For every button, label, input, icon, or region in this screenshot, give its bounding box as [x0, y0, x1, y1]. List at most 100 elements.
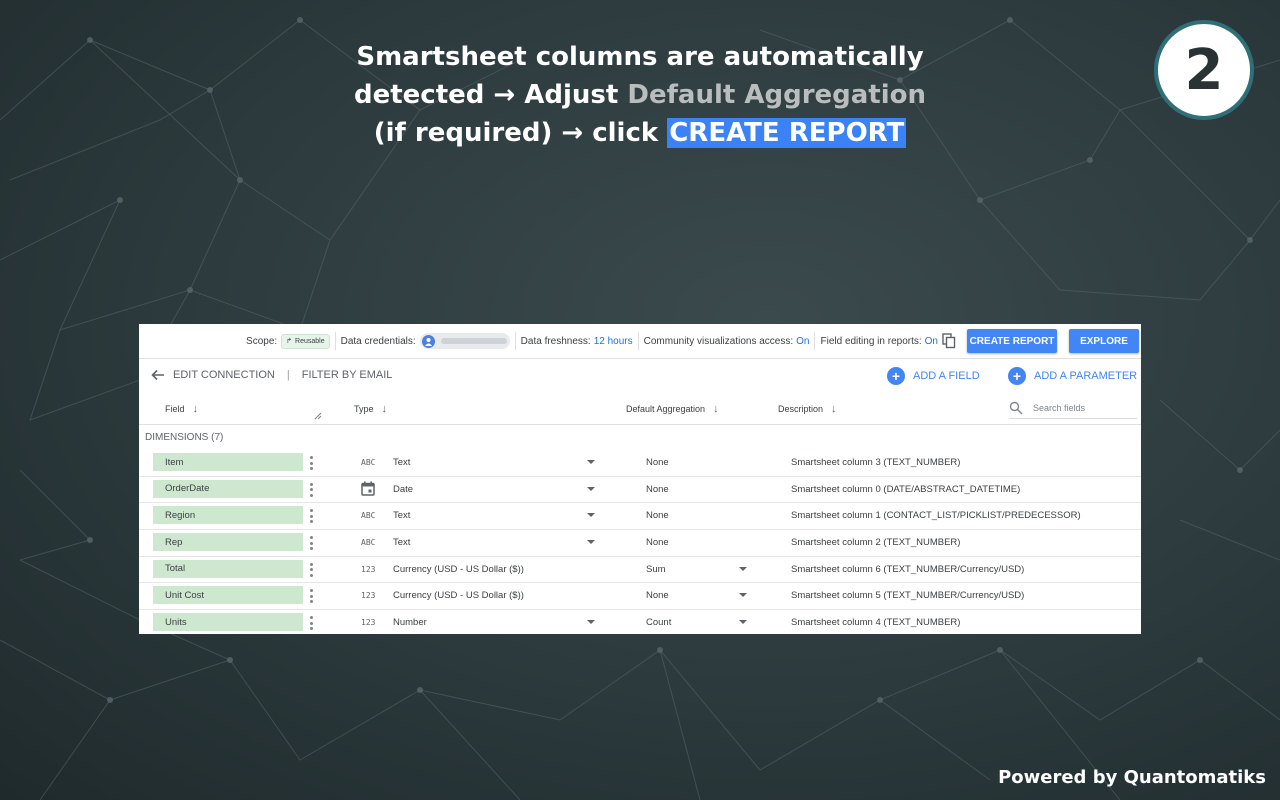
more-vert-icon[interactable] [310, 456, 313, 470]
table-row: Region ABC Text None Smartsheet column 1… [139, 503, 1141, 531]
sort-arrow-icon: ↓ [713, 403, 719, 415]
field-name-pill[interactable]: Unit Cost [153, 586, 303, 605]
headline-line-1: Smartsheet columns are automatically [356, 42, 924, 72]
field-editing-value-link[interactable]: On [925, 336, 938, 347]
filter-by-email-link[interactable]: FILTER BY EMAIL [302, 369, 393, 381]
field-name-pill[interactable]: OrderDate [153, 479, 303, 498]
instruction-headline: Smartsheet columns are automatically det… [0, 38, 1280, 152]
headline-line-3-text: (if required) → click [373, 118, 668, 148]
field-column-header[interactable]: Field ↓ [165, 403, 198, 415]
type-select-value[interactable]: Currency (USD - US Dollar ($)) [393, 590, 524, 601]
more-vert-icon[interactable] [310, 536, 313, 551]
chevron-down-icon[interactable] [739, 593, 747, 598]
back-arrow-icon[interactable] [151, 368, 165, 382]
type-select-value[interactable]: Text [393, 537, 410, 548]
more-vert-icon[interactable] [310, 589, 313, 604]
add-a-parameter-button[interactable]: + ADD A PARAMETER [1008, 367, 1137, 385]
field-column-label: Field [165, 404, 185, 414]
chevron-down-icon[interactable] [587, 540, 595, 545]
user-avatar-icon [421, 334, 435, 348]
chevron-down-icon[interactable] [587, 620, 595, 625]
search-icon [1009, 401, 1023, 415]
data-source-editor-screenshot: Scope: ↱ Reusable Data credentials: Data… [139, 324, 1141, 634]
aggregation-select-value[interactable]: None [646, 457, 669, 468]
default-aggregation-column-label: Default Aggregation [626, 404, 706, 414]
credentials-owner-chip[interactable] [419, 333, 510, 349]
number-type-icon: 123 [361, 591, 376, 601]
scope-reusable-chip[interactable]: ↱ Reusable [281, 333, 330, 349]
field-description[interactable]: Smartsheet column 5 (TEXT_NUMBER/Currenc… [791, 590, 1024, 601]
powered-by-footer: Powered by Quantomatiks [998, 767, 1266, 788]
table-row: Item ABC Text None Smartsheet column 3 (… [139, 450, 1141, 477]
type-select-value[interactable]: Number [393, 617, 427, 628]
more-vert-icon[interactable] [310, 482, 313, 497]
data-freshness-setting: Data freshness: 12 hours [516, 332, 639, 350]
sort-arrow-icon: ↓ [831, 403, 837, 415]
step-number-badge: 2 [1154, 20, 1254, 120]
create-report-button[interactable]: CREATE REPORT [967, 329, 1057, 353]
community-value-link[interactable]: On [796, 336, 809, 347]
field-name-pill[interactable]: Region [153, 506, 303, 525]
table-row: OrderDate Date None Smartsheet column 0 … [139, 477, 1141, 504]
search-fields-box[interactable]: Search fields [1009, 398, 1137, 419]
chevron-down-icon[interactable] [587, 460, 595, 464]
headline-create-report: CREATE REPORT [667, 118, 907, 148]
field-description[interactable]: Smartsheet column 2 (TEXT_NUMBER) [791, 537, 960, 548]
headline-line-3: (if required) → click CREATE REPORT [0, 114, 1280, 152]
description-column-label: Description [778, 404, 824, 414]
type-column-label: Type [354, 404, 374, 414]
field-description[interactable]: Smartsheet column 3 (TEXT_NUMBER) [791, 457, 960, 468]
aggregation-select-value[interactable]: None [646, 484, 669, 495]
field-description[interactable]: Smartsheet column 0 (DATE/ABSTRACT_DATET… [791, 484, 1020, 495]
field-name-pill[interactable]: Total [153, 559, 303, 578]
data-source-topbar: Scope: ↱ Reusable Data credentials: Data… [139, 324, 1141, 359]
default-aggregation-column-header[interactable]: Default Aggregation ↓ [626, 403, 719, 415]
sort-arrow-icon: ↓ [192, 403, 199, 415]
edit-connection-link[interactable]: EDIT CONNECTION [173, 369, 275, 381]
field-editing-setting: Field editing in reports: On [815, 332, 961, 350]
table-row: Total 123 Currency (USD - US Dollar ($))… [139, 557, 1141, 584]
field-name-pill[interactable]: Units [153, 613, 303, 632]
type-select-value[interactable]: Date [393, 484, 413, 495]
number-type-icon: 123 [361, 618, 376, 628]
copy-icon[interactable] [942, 333, 956, 349]
field-description[interactable]: Smartsheet column 1 (CONTACT_LIST/PICKLI… [791, 510, 1081, 521]
number-type-icon: 123 [361, 564, 376, 574]
field-description[interactable]: Smartsheet column 6 (TEXT_NUMBER/Currenc… [791, 564, 1024, 575]
more-vert-icon[interactable] [310, 616, 313, 631]
add-a-field-button[interactable]: + ADD A FIELD [887, 367, 980, 385]
field-description[interactable]: Smartsheet column 4 (TEXT_NUMBER) [791, 617, 960, 628]
description-column-header[interactable]: Description ↓ [778, 403, 837, 415]
community-label: Community visualizations access: [643, 335, 794, 347]
field-name-pill[interactable]: Item [153, 453, 303, 471]
search-fields-placeholder: Search fields [1033, 403, 1086, 413]
credentials-label: Data credentials: [340, 335, 416, 347]
more-vert-icon[interactable] [310, 562, 313, 577]
table-row: Unit Cost 123 Currency (USD - US Dollar … [139, 583, 1141, 611]
column-resize-icon[interactable] [314, 412, 322, 420]
chevron-down-icon[interactable] [587, 513, 595, 518]
chevron-down-icon[interactable] [739, 566, 747, 571]
type-column-header[interactable]: Type ↓ [354, 403, 387, 415]
aggregation-select-value[interactable]: None [646, 590, 669, 601]
aggregation-select-value[interactable]: None [646, 510, 669, 521]
headline-default-aggregation: Default Aggregation [627, 80, 927, 110]
aggregation-select-value[interactable]: Sum [646, 564, 666, 575]
fields-table-body: Item ABC Text None Smartsheet column 3 (… [139, 450, 1141, 634]
share-arrow-icon: ↱ [286, 338, 293, 345]
field-name-pill[interactable]: Rep [153, 533, 303, 552]
chevron-down-icon[interactable] [587, 486, 595, 491]
text-type-icon: ABC [361, 511, 376, 521]
scope-chip-label: Reusable [295, 337, 325, 345]
more-vert-icon[interactable] [310, 509, 313, 524]
explore-button[interactable]: EXPLORE [1069, 329, 1139, 353]
type-select-value[interactable]: Text [393, 510, 410, 521]
freshness-value-link[interactable]: 12 hours [594, 336, 633, 347]
type-select-value[interactable]: Text [393, 457, 410, 468]
chevron-down-icon[interactable] [739, 620, 747, 625]
aggregation-select-value[interactable]: None [646, 537, 669, 548]
type-select-value[interactable]: Currency (USD - US Dollar ($)) [393, 564, 524, 575]
plus-circle-icon: + [1008, 367, 1026, 385]
scope-label: Scope: [246, 335, 278, 347]
aggregation-select-value[interactable]: Count [646, 617, 671, 628]
